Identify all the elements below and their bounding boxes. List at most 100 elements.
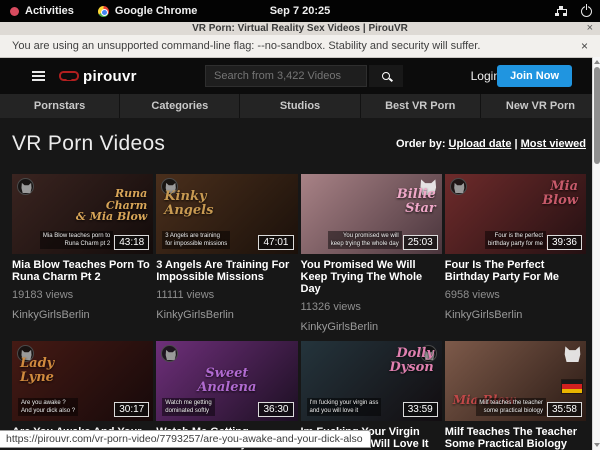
duration-badge: 30:17 [114,402,149,417]
scroll-down-icon[interactable] [594,443,600,447]
nav-item-studios[interactable]: Studios [240,94,360,118]
chrome-warning-bar: You are using an unsupported command-lin… [0,35,600,58]
activities-dot-icon [10,7,19,16]
video-thumbnail[interactable]: Mia BlowMilf teaches the teacher some pr… [445,341,586,421]
screen: Activities Google Chrome Sep 7 20:25 VR … [0,0,600,450]
studio-cat-logo-icon [450,178,467,195]
thumbnail-overlay-text: Sweet Analena [156,367,297,394]
search-input[interactable] [205,65,367,87]
thumbnail-caption: Watch me getting dominated softly [162,398,214,416]
main-content: VR Porn Videos Order by:Upload date | Mos… [0,132,600,450]
search-icon [382,72,390,80]
video-views: 11326 views [301,301,442,313]
video-thumbnail[interactable]: Runa Charm & Mia Blow Mia Blow teaches po… [12,174,153,254]
vr-goggles-icon [59,70,79,82]
nav-item-best-vr-porn[interactable]: Best VR Porn [361,94,481,118]
duration-badge: 47:01 [258,235,293,250]
video-card[interactable]: Kinky Angels 3 Angels are training for im… [156,174,297,333]
duration-badge: 43:18 [114,235,149,250]
menu-hamburger-icon[interactable] [32,71,45,81]
video-card[interactable]: Mia Blow Four is the perfect birthday par… [445,174,586,333]
site-logo[interactable]: pirouvr [59,68,137,85]
thumbnail-caption: You promised we will keep trying the who… [328,231,402,249]
video-title[interactable]: Four Is The Perfect Birthday Party For M… [445,259,586,283]
thumbnail-caption: Are you awake ? And your dick also ? [18,398,78,416]
video-card[interactable]: Mia BlowMilf teaches the teacher some pr… [445,341,586,450]
duration-badge: 33:59 [403,402,438,417]
order-link-most-viewed[interactable]: Most viewed [521,138,586,150]
video-studio-link[interactable]: KinkyGirlsBerlin [301,321,442,333]
site-logo-text: pirouvr [83,68,137,85]
thumbnail-overlay-text: Mia Blow [542,180,578,207]
tab-title: VR Porn: Virtual Reality Sex Videos | Pi… [192,23,408,34]
video-thumbnail[interactable]: Kinky Angels 3 Angels are training for im… [156,174,297,254]
order-by-label: Order by: [396,138,446,150]
thumbnail-caption: Mia Blow teaches porn to Runa Charm pt 2 [40,231,113,249]
video-thumbnail[interactable]: Dolly Dyson I'm fucking your virgin ass a… [301,341,442,421]
thumbnail-overlay-text: Dolly Dyson [389,347,433,374]
activities-button[interactable]: Activities [10,5,74,17]
warning-message: You are using an unsupported command-lin… [12,40,480,52]
system-top-bar: Activities Google Chrome Sep 7 20:25 [0,0,600,22]
thumbnail-caption: 3 Angels are training for impossible mis… [162,231,230,249]
thumbnail-overlay-text: Runa Charm & Mia Blow [76,188,147,223]
app-label: Google Chrome [115,5,198,17]
page-title: VR Porn Videos [12,132,165,156]
video-grid: Runa Charm & Mia Blow Mia Blow teaches po… [12,174,586,450]
chrome-icon [98,6,109,17]
warning-close-icon[interactable]: × [581,39,588,53]
scrollbar-thumb[interactable] [594,67,600,164]
main-nav: PornstarsCategoriesStudiosBest VR PornNe… [0,94,600,118]
video-views: 11111 views [156,289,297,301]
tab-close-icon[interactable]: × [587,22,593,34]
clock[interactable]: Sep 7 20:25 [0,5,600,17]
scroll-up-icon[interactable] [594,60,600,64]
video-title[interactable]: Mia Blow Teaches Porn To Runa Charm Pt 2 [12,259,153,283]
join-now-button[interactable]: Join Now [497,65,572,87]
duration-badge: 25:03 [403,235,438,250]
studio-cat-logo-icon [161,345,178,362]
video-thumbnail[interactable]: Mia Blow Four is the perfect birthday par… [445,174,586,254]
video-thumbnail[interactable]: Billie Star You promised we will keep try… [301,174,442,254]
video-views: 6958 views [445,289,586,301]
activities-label: Activities [25,5,74,17]
video-thumbnail[interactable]: Lady Lyne Are you awake ? And your dick a… [12,341,153,421]
video-card[interactable]: Runa Charm & Mia Blow Mia Blow teaches po… [12,174,153,333]
status-url-bubble: https://pirouvr.com/vr-porn-video/779325… [0,430,371,448]
nav-item-new-vr-porn[interactable]: New VR Porn [481,94,600,118]
studio-cat-logo-icon [564,345,581,362]
thumbnail-caption: Milf teaches the teacher some practical … [476,398,546,416]
app-indicator[interactable]: Google Chrome [98,5,198,17]
thumbnail-caption: Four is the perfect birthday party for m… [485,231,546,249]
site-header: pirouvr Login Join Now [0,58,600,94]
thumbnail-overlay-text: Kinky Angels [164,190,213,217]
power-icon[interactable] [581,6,592,17]
nav-item-categories[interactable]: Categories [120,94,240,118]
login-link[interactable]: Login [471,69,500,83]
order-link-upload-date[interactable]: Upload date [449,138,512,150]
studio-cat-logo-icon [17,178,34,195]
video-card[interactable]: Billie Star You promised we will keep try… [301,174,442,333]
duration-badge: 35:58 [547,402,582,417]
video-studio-link[interactable]: KinkyGirlsBerlin [156,309,297,321]
video-studio-link[interactable]: KinkyGirlsBerlin [445,309,586,321]
web-page: pirouvr Login Join Now PornstarsCategori… [0,58,600,450]
browser-tab-bar[interactable]: VR Porn: Virtual Reality Sex Videos | Pi… [0,22,600,35]
order-separator: | [511,138,517,150]
thumbnail-overlay-text: Billie Star [397,188,436,215]
search-button[interactable] [369,65,403,87]
network-icon[interactable] [555,6,567,16]
german-flag-icon [561,379,583,394]
duration-badge: 36:30 [258,402,293,417]
thumbnail-caption: I'm fucking your virgin ass and you will… [307,398,382,416]
scrollbar[interactable] [592,57,600,450]
order-by: Order by:Upload date | Most viewed [396,138,586,150]
duration-badge: 39:36 [547,235,582,250]
video-studio-link[interactable]: KinkyGirlsBerlin [12,309,153,321]
video-thumbnail[interactable]: Sweet Analena Watch me getting dominated … [156,341,297,421]
video-title[interactable]: 3 Angels Are Training For Impossible Mis… [156,259,297,283]
video-title[interactable]: You Promised We Will Keep Trying The Who… [301,259,442,295]
video-title[interactable]: Milf Teaches The Teacher Some Practical … [445,426,586,450]
nav-item-pornstars[interactable]: Pornstars [0,94,120,118]
thumbnail-overlay-text: Lady Lyne [20,357,54,384]
